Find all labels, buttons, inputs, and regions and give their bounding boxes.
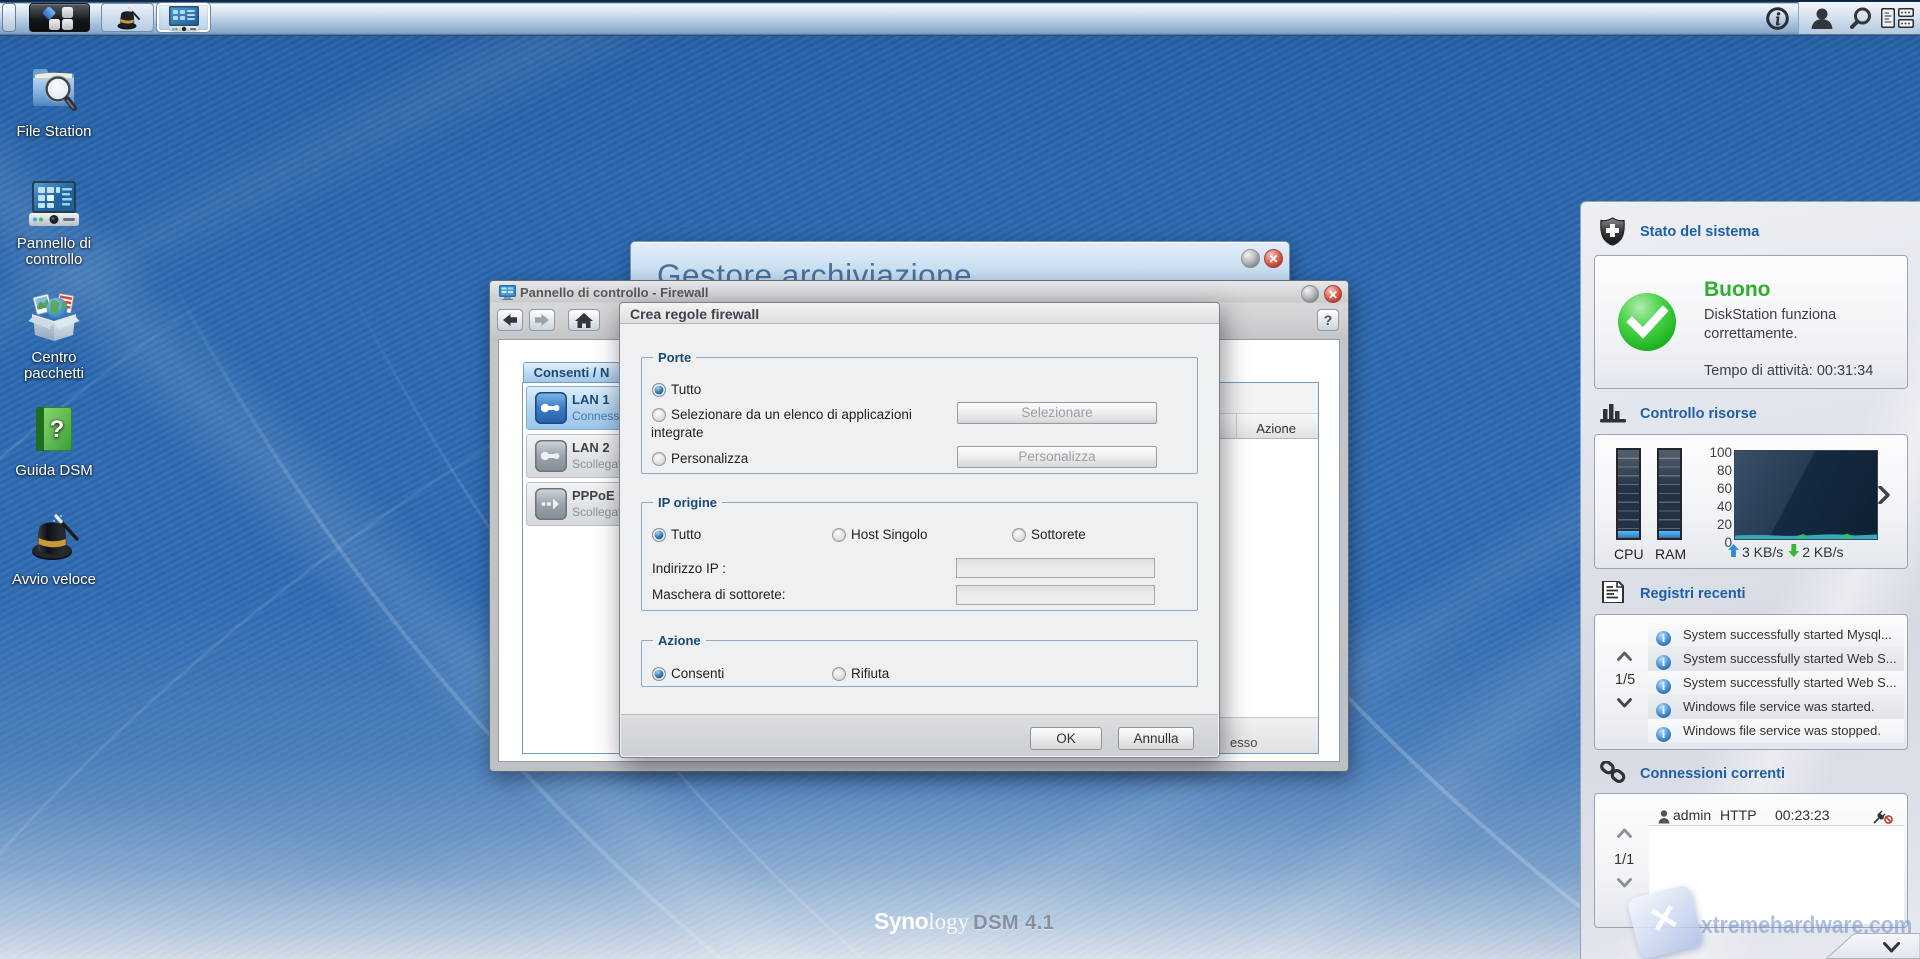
svg-text:?: ? (50, 416, 65, 443)
